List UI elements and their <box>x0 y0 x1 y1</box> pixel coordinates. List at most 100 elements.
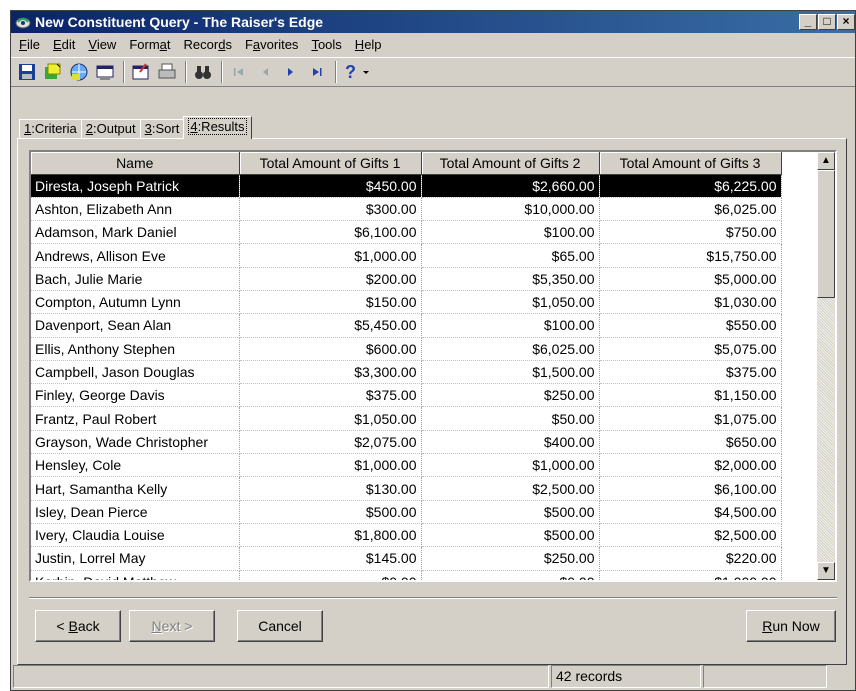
cell-name: Diresta, Joseph Patrick <box>31 174 240 198</box>
vertical-scrollbar[interactable]: ▲ ▼ <box>817 152 835 580</box>
divider <box>29 597 837 599</box>
table-row[interactable]: Adamson, Mark Daniel $6,100.00 $100.00 $750… <box>31 220 782 245</box>
status-bar: 42 records <box>11 663 855 690</box>
cell-gift-amount: $300.00 <box>239 197 422 222</box>
run-now-button[interactable]: Run Now <box>746 610 836 642</box>
print-icon[interactable] <box>155 60 179 84</box>
cell-gift-amount: $1,050.00 <box>239 406 422 431</box>
table-row[interactable]: Hart, Samantha Kelly $130.00 $2,500.00 $6,1… <box>31 476 782 501</box>
cell-name: Korbin, David Matthew <box>31 570 240 580</box>
minimize-button[interactable]: _ <box>799 14 817 30</box>
menu-view[interactable]: View <box>82 37 123 52</box>
next-record-icon[interactable] <box>279 60 303 84</box>
table-row[interactable]: Campbell, Jason Douglas $3,300.00 $1,500.0… <box>31 360 782 385</box>
tab-results[interactable]: 4:Results <box>183 116 252 139</box>
find-icon[interactable] <box>191 60 215 84</box>
cell-gift-amount: $6,025.00 <box>599 197 782 222</box>
cell-gift-amount: $2,000.00 <box>599 453 782 478</box>
query-icon[interactable] <box>41 60 65 84</box>
column-header-gifts-3[interactable]: Total Amount of Gifts 3 <box>599 152 782 175</box>
toolbar-separator <box>185 61 187 83</box>
cell-gift-amount: $2,500.00 <box>421 476 600 501</box>
tab-output[interactable]: 2:Output <box>80 119 141 139</box>
menu-records[interactable]: Records <box>178 37 239 52</box>
cell-gift-amount: $150.00 <box>239 290 422 315</box>
cell-gift-amount: $100.00 <box>421 220 600 245</box>
table-row[interactable]: Isley, Dean Pierce $500.00 $500.00 $4,500.0… <box>31 500 782 524</box>
table-row[interactable]: Ivery, Claudia Louise $1,800.00 $500.00 $2,… <box>31 523 782 548</box>
cancel-button[interactable]: Cancel <box>237 610 323 642</box>
first-record-icon[interactable] <box>227 60 251 84</box>
cell-gift-amount: $750.00 <box>599 220 782 245</box>
column-header-gifts-2[interactable]: Total Amount of Gifts 2 <box>421 152 600 175</box>
cell-gift-amount: $1,500.00 <box>421 360 600 385</box>
next-button[interactable]: Next > <box>129 610 215 642</box>
cell-gift-amount: $1,800.00 <box>239 523 422 548</box>
table-row[interactable]: Ellis, Anthony Stephen $600.00 $6,025.00 $5… <box>31 337 782 361</box>
column-header-name[interactable]: Name <box>31 152 240 175</box>
table-row[interactable]: Bach, Julie Marie $200.00 $5,350.00 $5,000.… <box>31 267 782 291</box>
save-icon[interactable] <box>15 60 39 84</box>
menu-favorites[interactable]: Favorites <box>239 37 305 52</box>
status-panel-extra <box>703 665 827 688</box>
menu-edit[interactable]: Edit <box>47 37 82 52</box>
cell-name: Davenport, Sean Alan <box>31 313 240 338</box>
table-row[interactable]: Diresta, Joseph Patrick $450.00 $2,660.00 $… <box>31 174 782 198</box>
cell-name: Campbell, Jason Douglas <box>31 360 240 385</box>
table-header-row: Name Total Amount of Gifts 1 Total Amoun… <box>31 152 782 175</box>
cell-gift-amount: $6,025.00 <box>421 337 600 361</box>
cell-gift-amount: $550.00 <box>599 313 782 338</box>
export-icon[interactable] <box>93 60 117 84</box>
cell-gift-amount: $1,150.00 <box>599 383 782 408</box>
toolbar: ? <box>11 57 855 87</box>
table-row[interactable]: Davenport, Sean Alan $5,450.00 $100.00 $550… <box>31 313 782 338</box>
results-grid[interactable]: Name Total Amount of Gifts 1 Total Amoun… <box>29 150 837 582</box>
toolbar-separator <box>221 61 223 83</box>
table-row[interactable]: Ashton, Elizabeth Ann $300.00 $10,000.00 $6… <box>31 197 782 222</box>
cell-gift-amount: $1,000.00 <box>421 453 600 478</box>
menu-help[interactable]: Help <box>349 37 389 52</box>
query-tabs: 1:Criteria 2:Output 3:Sort 4:Results <box>19 116 252 139</box>
globe-icon[interactable] <box>67 60 91 84</box>
scroll-up-button[interactable]: ▲ <box>817 152 835 170</box>
menu-tools[interactable]: Tools <box>305 37 348 52</box>
title-bar[interactable]: New Constituent Query - The Raiser's Edg… <box>11 11 855 33</box>
table-row[interactable]: Grayson, Wade Christopher $2,075.00 $400.0… <box>31 430 782 455</box>
menu-file[interactable]: File <box>13 37 47 52</box>
table-row[interactable]: Justin, Lorrel May $145.00 $250.00 $220.00 <box>31 546 782 571</box>
table-row[interactable]: Finley, George Davis $375.00 $250.00 $1,150… <box>31 383 782 408</box>
column-header-gifts-1[interactable]: Total Amount of Gifts 1 <box>239 152 422 175</box>
scroll-thumb[interactable] <box>817 170 835 298</box>
svg-text:?: ? <box>345 62 356 82</box>
last-record-icon[interactable] <box>305 60 329 84</box>
cell-gift-amount: $375.00 <box>599 360 782 385</box>
tab-sort[interactable]: 3:Sort <box>139 119 185 139</box>
table-row[interactable]: Andrews, Allison Eve $1,000.00 $65.00 $15,7… <box>31 243 782 268</box>
window-title: New Constituent Query - The Raiser's Edg… <box>35 14 324 30</box>
cell-gift-amount: $5,350.00 <box>421 267 600 291</box>
close-button[interactable]: × <box>837 14 855 30</box>
menu-format[interactable]: Format <box>123 37 177 52</box>
cell-gift-amount: $1,075.00 <box>599 406 782 431</box>
table-row[interactable]: Korbin, David Matthew$0.00$0.00$1,000.00 <box>31 570 782 580</box>
results-panel: Name Total Amount of Gifts 1 Total Amoun… <box>17 138 847 665</box>
previous-record-icon[interactable] <box>253 60 277 84</box>
maximize-button[interactable]: □ <box>818 14 836 30</box>
scroll-down-button[interactable]: ▼ <box>817 562 835 580</box>
table-row[interactable]: Frantz, Paul Robert $1,050.00 $50.00 $1,075… <box>31 406 782 431</box>
back-button[interactable]: < Back <box>35 610 121 642</box>
toolbar-separator <box>335 61 337 83</box>
table-row[interactable]: Hensley, Cole $1,000.00 $1,000.00 $2,000.00 <box>31 453 782 478</box>
table-row[interactable]: Compton, Autumn Lynn $150.00 $1,050.00 $1,0… <box>31 290 782 315</box>
cell-name: Grayson, Wade Christopher <box>31 430 240 455</box>
properties-icon[interactable] <box>129 60 153 84</box>
tab-criteria[interactable]: 1:Criteria <box>19 119 82 139</box>
cell-name: Ashton, Elizabeth Ann <box>31 197 240 222</box>
results-table: Name Total Amount of Gifts 1 Total Amoun… <box>31 152 782 580</box>
status-panel-main <box>13 665 549 688</box>
cell-gift-amount: $5,000.00 <box>599 267 782 291</box>
cell-gift-amount: $3,300.00 <box>239 360 422 385</box>
help-icon[interactable]: ? <box>341 60 375 84</box>
cell-gift-amount: $500.00 <box>421 523 600 548</box>
raisers-edge-app-icon <box>15 14 31 30</box>
